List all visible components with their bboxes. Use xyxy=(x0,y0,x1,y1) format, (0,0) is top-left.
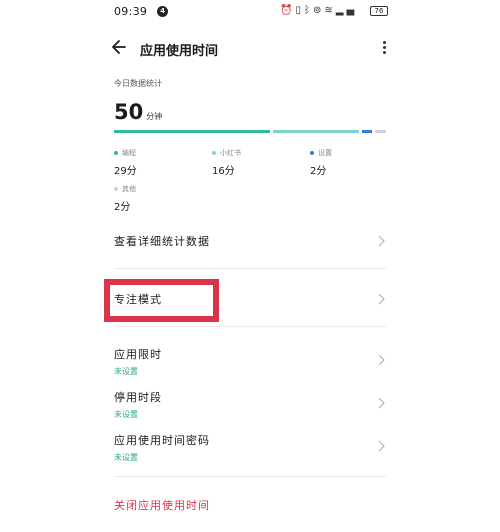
category-value: 29分 xyxy=(114,166,137,177)
category-item: 小红书 16分 xyxy=(212,148,241,177)
passcode-status: 未设置 xyxy=(114,453,138,462)
divider xyxy=(114,476,386,477)
today-stats-label: 今日数据统计 xyxy=(114,79,162,88)
more-options-icon[interactable] xyxy=(380,41,388,57)
view-detailed-stats-row[interactable]: 查看详细统计数据 xyxy=(114,233,386,249)
status-bar: 09:39 4 ⏰▯ᛒ⊚≋▂▄ 76 xyxy=(0,0,500,26)
signal-icon: ▂▄ xyxy=(335,5,358,16)
back-arrow-icon[interactable] xyxy=(110,36,130,58)
app-limit-status: 未设置 xyxy=(114,367,138,376)
chevron-right-icon xyxy=(378,235,385,247)
disable-app-usage-link[interactable]: 关闭应用使用时间 xyxy=(114,497,210,513)
category-color-dot xyxy=(114,151,118,155)
category-color-dot xyxy=(114,187,118,191)
total-usage: 50 分钟 xyxy=(114,100,162,124)
focus-mode-highlight-box xyxy=(104,279,219,322)
category-name: 设置 xyxy=(318,149,332,157)
category-value: 2分 xyxy=(310,166,327,177)
alarm-icon: ⏰ xyxy=(280,5,296,16)
page-header: 应用使用时间 xyxy=(0,36,500,64)
vibrate-icon: ▯ xyxy=(295,5,304,16)
category-value: 16分 xyxy=(212,166,235,177)
passcode-row[interactable]: 应用使用时间密码 未设置 xyxy=(114,432,386,463)
bluetooth-icon: ᛒ xyxy=(303,5,313,16)
divider xyxy=(114,326,386,327)
view-detailed-stats-label: 查看详细统计数据 xyxy=(114,235,210,248)
passcode-label: 应用使用时间密码 xyxy=(114,434,210,447)
category-name: 编程 xyxy=(122,149,136,157)
usage-bar-segment xyxy=(361,130,373,133)
category-color-dot xyxy=(212,151,216,155)
category-value: 2分 xyxy=(114,202,131,213)
total-usage-unit: 分钟 xyxy=(146,112,163,121)
category-item: 设置 2分 xyxy=(310,148,332,177)
chevron-right-icon xyxy=(378,397,385,409)
usage-bar-segment xyxy=(114,130,270,133)
usage-proportion-bar xyxy=(114,130,386,133)
category-color-dot xyxy=(310,151,314,155)
category-item: 其他 2分 xyxy=(114,184,136,213)
usage-bar-segment xyxy=(272,130,359,133)
chevron-right-icon xyxy=(378,293,385,305)
status-icons: ⏰▯ᛒ⊚≋▂▄ xyxy=(280,5,357,16)
divider xyxy=(114,268,386,269)
notification-badge: 4 xyxy=(157,6,168,17)
chevron-right-icon xyxy=(378,440,385,452)
app-limit-label: 应用限时 xyxy=(114,348,162,361)
wifi-icon: ≋ xyxy=(324,5,336,16)
downtime-status: 未设置 xyxy=(114,410,138,419)
downtime-label: 停用时段 xyxy=(114,391,162,404)
total-usage-value: 50 xyxy=(114,100,144,124)
app-limit-row[interactable]: 应用限时 未设置 xyxy=(114,346,386,377)
category-item: 编程 29分 xyxy=(114,148,137,177)
category-name: 小红书 xyxy=(220,149,241,157)
hotspot-icon: ⊚ xyxy=(312,5,325,16)
category-name: 其他 xyxy=(122,185,136,193)
chevron-right-icon xyxy=(378,354,385,366)
battery-icon: 76 xyxy=(370,6,388,16)
status-time: 09:39 xyxy=(114,5,148,18)
page-title: 应用使用时间 xyxy=(140,44,219,59)
usage-bar-segment xyxy=(375,130,386,133)
downtime-row[interactable]: 停用时段 未设置 xyxy=(114,389,386,420)
